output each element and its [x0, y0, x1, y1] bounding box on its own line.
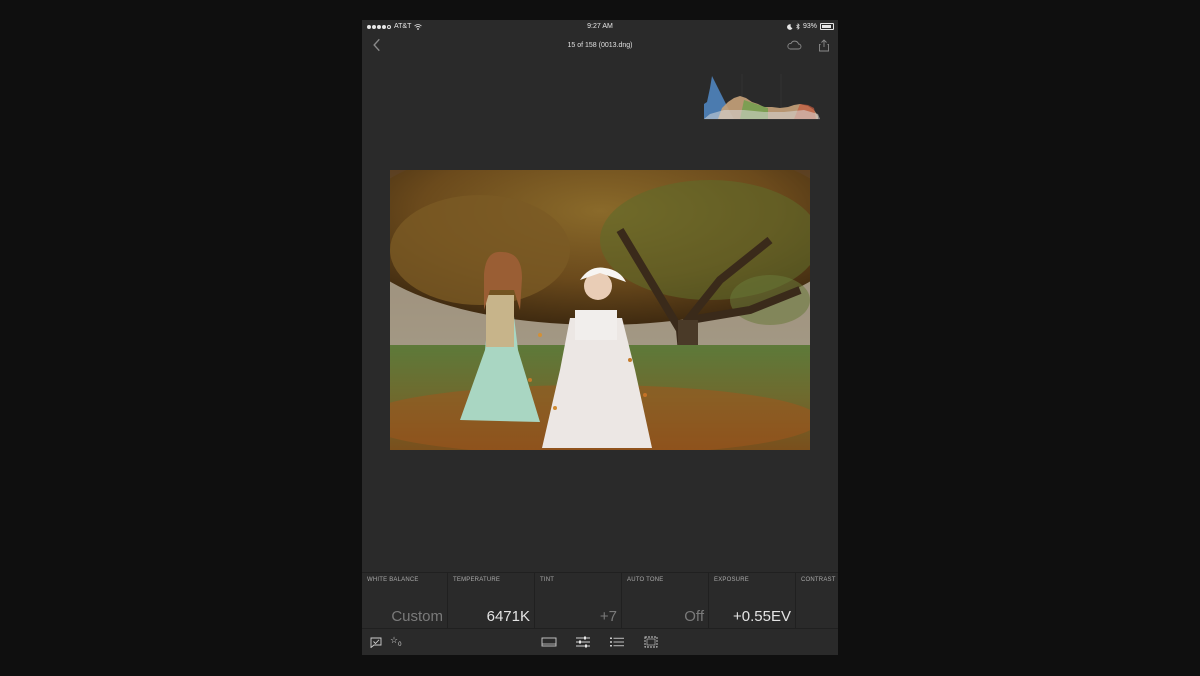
- battery-percent: 93%: [802, 23, 817, 30]
- sliders-icon[interactable]: [575, 636, 591, 648]
- exposure-value: +0.55EV: [733, 608, 791, 625]
- temperature-value: 6471K: [486, 608, 530, 625]
- exposure-control[interactable]: EXPOSURE +0.55EV: [709, 573, 796, 629]
- bluetooth-icon: [796, 23, 800, 30]
- white-balance-control[interactable]: WHITE BALANCE Custom: [362, 573, 448, 629]
- crop-icon[interactable]: [644, 636, 658, 648]
- photo-preview[interactable]: [390, 170, 810, 450]
- white-balance-label: WHITE BALANCE: [367, 577, 419, 583]
- auto-tone-control[interactable]: AUTO TONE Off: [622, 573, 709, 629]
- tint-label: TINT: [540, 577, 555, 583]
- lightroom-screen: AT&T 9:27 AM 93% 15 of 158 (0013.dng) WH…: [362, 20, 838, 655]
- temperature-label: TEMPERATURE: [453, 577, 501, 583]
- auto-tone-label: AUTO TONE: [627, 577, 664, 583]
- status-bar: AT&T 9:27 AM 93%: [362, 20, 838, 34]
- battery-icon: [820, 23, 834, 30]
- white-balance-value: Custom: [391, 608, 443, 625]
- share-icon[interactable]: [818, 39, 830, 52]
- moon-icon: [787, 23, 793, 30]
- histogram: [704, 74, 820, 120]
- auto-tone-value: Off: [684, 608, 704, 625]
- tint-value: +7: [599, 608, 617, 625]
- rating[interactable]: ☆0: [390, 635, 401, 648]
- exposure-label: EXPOSURE: [714, 577, 749, 583]
- adjustment-strip: WHITE BALANCE Custom TEMPERATURE 6471K T…: [362, 572, 838, 629]
- rating-count: 0: [398, 641, 402, 648]
- cloud-sync-icon[interactable]: [786, 40, 802, 50]
- clock: 9:27 AM: [587, 23, 613, 30]
- tint-control[interactable]: TINT +7: [535, 573, 622, 629]
- star-icon: ☆: [390, 635, 399, 645]
- filmstrip-icon[interactable]: [541, 637, 557, 648]
- top-navigation-bar: 15 of 158 (0013.dng): [362, 34, 838, 58]
- flag-icon[interactable]: [370, 637, 382, 648]
- bottom-toolbar: ☆0: [362, 628, 838, 655]
- contrast-control[interactable]: CONTRAST: [796, 573, 838, 629]
- presets-list-icon[interactable]: [609, 636, 625, 648]
- contrast-label: CONTRAST: [801, 577, 836, 583]
- temperature-control[interactable]: TEMPERATURE 6471K: [448, 573, 535, 629]
- photo-title: 15 of 158 (0013.dng): [567, 42, 633, 49]
